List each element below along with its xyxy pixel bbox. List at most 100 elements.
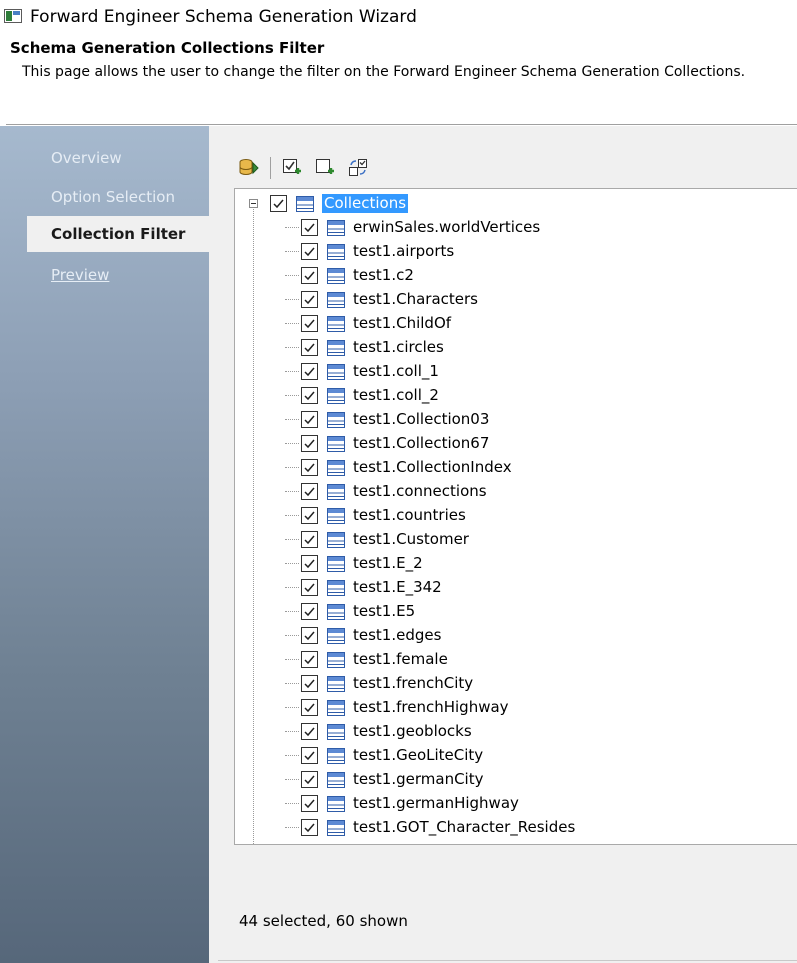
item-checkbox[interactable]: [301, 771, 318, 788]
item-checkbox[interactable]: [301, 627, 318, 644]
tree-branch-line: [285, 803, 299, 804]
tree-item[interactable]: test1.airports: [235, 240, 797, 264]
tree-item[interactable]: test1.Collection67: [235, 432, 797, 456]
tree-branch-line: [285, 227, 299, 228]
tree-item-label: test1.GOT_Character_Resides: [353, 818, 576, 836]
tree-item[interactable]: test1.Collection03: [235, 408, 797, 432]
root-checkbox[interactable]: [270, 195, 287, 212]
tree-branch-line: [285, 467, 299, 468]
item-checkbox[interactable]: [301, 603, 318, 620]
tree-item[interactable]: test1.frenchCity: [235, 672, 797, 696]
tree-item[interactable]: test1.E_2: [235, 552, 797, 576]
item-checkbox[interactable]: [301, 267, 318, 284]
item-checkbox[interactable]: [301, 819, 318, 836]
collections-tree[interactable]: Collections erwinSales.worldVertices test…: [234, 188, 797, 845]
tree-branch-line: [285, 635, 299, 636]
tree-item[interactable]: erwinSales.worldVertices: [235, 216, 797, 240]
collection-table-icon: [327, 412, 345, 428]
collection-table-icon: [327, 244, 345, 260]
tree-item[interactable]: test1.CollectionIndex: [235, 456, 797, 480]
invert-selection-icon[interactable]: [346, 156, 370, 180]
tree-branch-line: [285, 299, 299, 300]
tree-item-label: erwinSales.worldVertices: [353, 218, 541, 236]
item-checkbox[interactable]: [301, 459, 318, 476]
header-divider: [6, 124, 797, 125]
tree-branch-line: [285, 515, 299, 516]
collection-table-icon: [327, 220, 345, 236]
collection-table-icon: [327, 748, 345, 764]
tree-root-row[interactable]: Collections: [235, 192, 797, 216]
tree-item[interactable]: test1.E5: [235, 600, 797, 624]
item-checkbox[interactable]: [301, 747, 318, 764]
footer-divider: [218, 960, 797, 961]
tree-item[interactable]: test1.geoblocks: [235, 720, 797, 744]
tree-branch-line: [285, 275, 299, 276]
collection-table-icon: [327, 436, 345, 452]
tree-item[interactable]: test1.GeoLiteCity: [235, 744, 797, 768]
item-checkbox[interactable]: [301, 291, 318, 308]
tree-branch-line: [285, 659, 299, 660]
database-icon[interactable]: [237, 156, 261, 180]
tree-item[interactable]: test1.germanHighway: [235, 792, 797, 816]
item-checkbox[interactable]: [301, 219, 318, 236]
item-checkbox[interactable]: [301, 507, 318, 524]
sidebar-item-collection-filter[interactable]: Collection Filter: [27, 216, 209, 252]
collapse-icon[interactable]: [249, 199, 258, 208]
tree-item[interactable]: test1.edges: [235, 624, 797, 648]
item-checkbox[interactable]: [301, 531, 318, 548]
item-checkbox[interactable]: [301, 315, 318, 332]
item-checkbox[interactable]: [301, 723, 318, 740]
tree-item[interactable]: test1.coll_1: [235, 360, 797, 384]
item-checkbox[interactable]: [301, 651, 318, 668]
item-checkbox[interactable]: [301, 363, 318, 380]
check-all-icon[interactable]: [280, 156, 304, 180]
tree-branch-line: [285, 371, 299, 372]
tree-item[interactable]: test1.E_342: [235, 576, 797, 600]
tree-item[interactable]: test1.connections: [235, 480, 797, 504]
collection-table-icon: [327, 772, 345, 788]
collection-table-icon: [327, 508, 345, 524]
collection-table-icon: [327, 604, 345, 620]
item-checkbox[interactable]: [301, 555, 318, 572]
item-checkbox[interactable]: [301, 339, 318, 356]
tree-item-label: test1.coll_1: [353, 362, 439, 380]
tree-item-label: test1.Collection67: [353, 434, 490, 452]
sidebar-item-preview[interactable]: Preview: [27, 257, 209, 293]
tree-item[interactable]: test1.countries: [235, 504, 797, 528]
tree-root-label[interactable]: Collections: [320, 193, 410, 214]
tree-item[interactable]: test1.circles: [235, 336, 797, 360]
tree-item-label: test1.coll_2: [353, 386, 439, 404]
tree-branch-line: [285, 419, 299, 420]
collection-table-icon: [296, 196, 314, 212]
tree-item[interactable]: test1.c2: [235, 264, 797, 288]
collection-table-icon: [327, 484, 345, 500]
item-checkbox[interactable]: [301, 387, 318, 404]
item-checkbox[interactable]: [301, 435, 318, 452]
tree-item[interactable]: test1.frenchHighway: [235, 696, 797, 720]
collection-table-icon: [327, 316, 345, 332]
tree-item[interactable]: test1.female: [235, 648, 797, 672]
tree-item[interactable]: test1.germanCity: [235, 768, 797, 792]
uncheck-all-icon[interactable]: [313, 156, 337, 180]
tree-item[interactable]: test1.Characters: [235, 288, 797, 312]
tree-item-label: test1.germanCity: [353, 770, 484, 788]
item-checkbox[interactable]: [301, 699, 318, 716]
tree-item[interactable]: test1.Customer: [235, 528, 797, 552]
tree-item[interactable]: test1.coll_2: [235, 384, 797, 408]
tree-item-label: test1.E5: [353, 602, 416, 620]
sidebar-item-option-selection[interactable]: Option Selection: [27, 179, 209, 215]
sidebar-item-overview[interactable]: Overview: [27, 140, 209, 176]
tree-item[interactable]: test1.ChildOf: [235, 312, 797, 336]
item-checkbox[interactable]: [301, 579, 318, 596]
tree-branch-line: [285, 611, 299, 612]
item-checkbox[interactable]: [301, 243, 318, 260]
item-checkbox[interactable]: [301, 483, 318, 500]
collection-table-icon: [327, 724, 345, 740]
item-checkbox[interactable]: [301, 675, 318, 692]
tree-item[interactable]: test1.GOT_Character_Resides: [235, 816, 797, 840]
item-checkbox[interactable]: [301, 795, 318, 812]
tree-item-label: test1.frenchHighway: [353, 698, 509, 716]
tree-branch-line: [285, 251, 299, 252]
item-checkbox[interactable]: [301, 411, 318, 428]
collection-table-icon: [327, 268, 345, 284]
